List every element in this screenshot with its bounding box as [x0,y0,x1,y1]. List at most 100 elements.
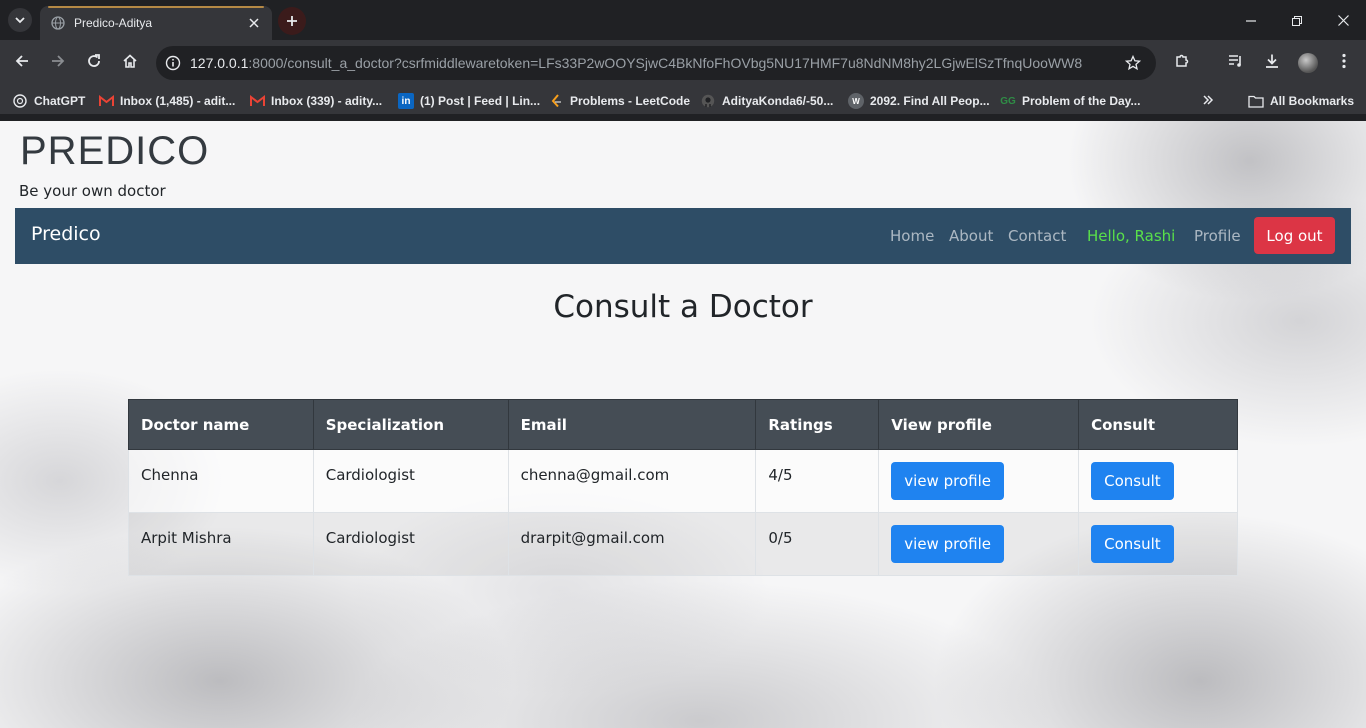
minimize-icon [1246,11,1256,30]
folder-icon [1248,93,1264,109]
browser-menu-button[interactable] [1330,49,1358,77]
site-info-icon[interactable] [156,46,190,80]
star-icon[interactable] [1116,46,1150,80]
url-path: :8000/consult_a_doctor?csrfmiddlewaretok… [248,55,1083,71]
view-profile-button[interactable]: view profile [891,525,1004,563]
double-chevron-right-icon [1202,94,1214,109]
more-vertical-icon [1342,53,1346,73]
restore-icon [1292,11,1302,30]
forward-button[interactable] [44,49,72,77]
bookmark-item[interactable]: AdityaKonda6/-50... [700,90,833,112]
reload-button[interactable] [80,49,108,77]
column-header: Doctor name [128,399,314,450]
bookmark-label: AdityaKonda6/-50... [722,94,834,108]
bookmark-item[interactable]: ChatGPT [12,90,85,112]
chatgpt-icon [12,93,28,109]
back-button[interactable] [8,49,36,77]
avatar [1298,53,1318,73]
logout-button[interactable]: Log out [1254,217,1335,254]
site-tagline: Be your own doctor [19,182,166,200]
bookmark-item[interactable]: in (1) Post | Feed | Lin... [398,90,540,112]
page-title: Consult a Doctor [553,289,813,325]
bookmark-item[interactable]: Inbox (1,485) - adit... [98,90,235,112]
new-tab-button[interactable] [278,7,306,35]
page-viewport: PREDICO Be your own doctor Predico Home … [0,121,1366,728]
tab-title: Predico-Aditya [74,16,153,30]
bookmark-item[interactable]: Problems - LeetCode [548,90,690,112]
playlist-icon [1228,53,1244,73]
bookmark-item[interactable]: W 2092. Find All Peop... [848,90,990,112]
all-bookmarks-label: All Bookmarks [1270,94,1355,108]
bookmark-label: 2092. Find All Peop... [870,94,990,108]
nav-link-profile[interactable]: Profile [1194,227,1241,245]
bookmark-item[interactable]: GG Problem of the Day... [1000,90,1140,112]
url-text: 127.0.0.1:8000/consult_a_doctor?csrfmidd… [190,55,1116,71]
bookmark-label: (1) Post | Feed | Lin... [420,94,541,108]
view-profile-button[interactable]: view profile [891,462,1004,500]
bookmark-item[interactable]: Inbox (339) - adity... [249,90,382,112]
consult-button[interactable]: Consult [1091,462,1174,500]
downloads-button[interactable] [1258,49,1286,77]
bookmark-label: Inbox (1,485) - adit... [120,94,236,108]
minimize-button[interactable] [1228,0,1274,40]
media-controls-button[interactable] [1222,49,1250,77]
restore-button[interactable] [1274,0,1320,40]
rating-cell: 4/5 [755,449,880,513]
view-profile-cell: view profile [878,449,1080,513]
all-bookmarks-button[interactable]: All Bookmarks [1248,90,1354,112]
gmail-icon [249,93,265,109]
bookmark-label: Inbox (339) - adity... [271,94,383,108]
puzzle-icon [1174,53,1190,73]
specialization-cell: Cardiologist [312,449,509,513]
url-host: 127.0.0.1 [190,55,249,71]
column-header: Email [507,399,757,450]
nav-link-home[interactable]: Home [890,227,934,245]
arrow-right-icon [50,53,66,73]
linkedin-icon: in [398,93,414,109]
browser-toolbar: 127.0.0.1:8000/consult_a_doctor?csrfmidd… [0,40,1366,86]
site-title: PREDICO [20,129,210,173]
globe-icon [50,15,66,31]
profile-avatar-button[interactable] [1294,49,1322,77]
column-header: Ratings [755,399,880,450]
gfg-icon: GG [1000,95,1016,107]
column-header: Consult [1078,399,1238,450]
close-window-button[interactable] [1320,0,1366,40]
home-icon [122,53,138,73]
bookmark-label: Problem of the Day... [1022,94,1141,108]
bookmark-label: ChatGPT [34,94,86,108]
extensions-button[interactable] [1168,49,1196,77]
address-bar[interactable]: 127.0.0.1:8000/consult_a_doctor?csrfmidd… [156,46,1156,80]
consult-cell: Consult [1078,449,1238,513]
gmail-icon [98,93,114,109]
doctors-table: Doctor name Specialization Email Ratings… [128,399,1238,576]
consult-button[interactable]: Consult [1091,525,1174,563]
view-profile-cell: view profile [878,512,1080,576]
email-cell: drarpit@gmail.com [507,512,757,576]
table-header-row: Doctor name Specialization Email Ratings… [128,399,1238,450]
chevron-down-icon [14,11,26,30]
close-icon[interactable] [246,15,262,31]
tab-search-button[interactable] [8,8,32,32]
column-header: Specialization [312,399,509,450]
close-icon [1337,11,1349,30]
navbar: Predico Home About Contact Hello, Rashi … [15,208,1351,264]
browser-tab-strip: Predico-Aditya [0,0,1366,40]
table-row: Arpit Mishra Cardiologist drarpit@gmail.… [128,512,1238,576]
navbar-brand[interactable]: Predico [31,223,101,245]
home-button[interactable] [116,49,144,77]
web-icon: W [848,93,864,109]
nav-link-contact[interactable]: Contact [1008,227,1066,245]
reload-icon [86,53,102,73]
rating-cell: 0/5 [755,512,880,576]
doctor-name-cell: Chenna [128,449,314,513]
download-icon [1264,53,1280,73]
arrow-left-icon [14,53,30,73]
nav-link-about[interactable]: About [949,227,993,245]
leetcode-icon [548,93,564,109]
specialization-cell: Cardiologist [312,512,509,576]
more-bookmarks-button[interactable] [1202,90,1214,112]
browser-tab-active[interactable]: Predico-Aditya [40,6,272,40]
email-cell: chenna@gmail.com [507,449,757,513]
tab-group-accent [48,6,264,8]
